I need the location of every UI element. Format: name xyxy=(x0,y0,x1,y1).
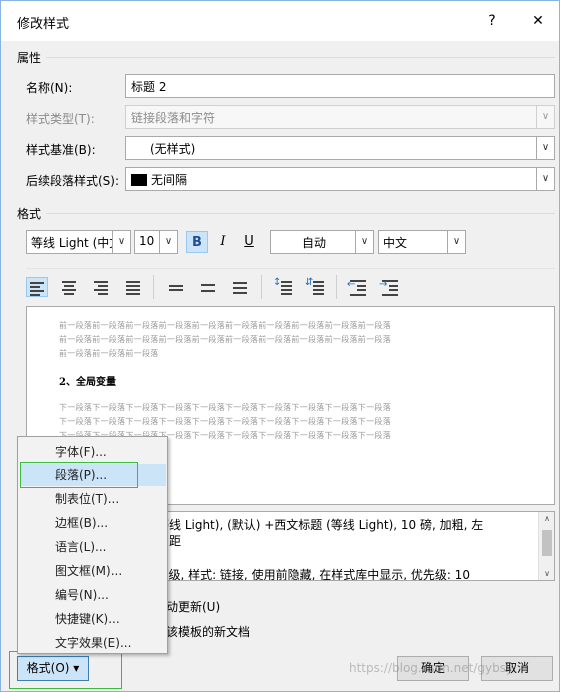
increase-indent-icon[interactable]: → xyxy=(379,277,401,297)
scrollbar-thumb[interactable] xyxy=(542,530,552,556)
chevron-down-icon: ∨ xyxy=(536,106,554,128)
name-label: 名称(N): xyxy=(26,81,73,95)
language-select[interactable]: 中文 ∨ xyxy=(378,230,466,254)
increase-paragraph-spacing-icon[interactable]: ↕ xyxy=(272,277,294,297)
align-left-icon[interactable] xyxy=(26,277,48,297)
properties-divider xyxy=(46,57,555,58)
preview-prev-line: 前一段落前一段落前一段落前一段落前一段落前一段落前一段落前一段落前一段落前一段落 xyxy=(59,321,391,330)
description-scrollbar[interactable]: ∧ ∨ xyxy=(538,512,554,580)
preview-prev-line: 前一段落前一段落前一段落前一段落前一段落前一段落前一段落前一段落前一段落前一段落 xyxy=(59,335,391,344)
title-bar: 修改样式 ? ✕ xyxy=(1,1,559,41)
chevron-down-icon: ∨ xyxy=(355,231,373,253)
description-line: 等线 Light), (默认) +西文标题 (等线 Light), 10 磅, … xyxy=(157,518,484,532)
highlight-box xyxy=(9,651,122,689)
language-value: 中文 xyxy=(383,236,408,250)
font-color-select[interactable]: 自动 ∨ xyxy=(270,230,374,254)
menu-item-language[interactable]: 语言(L)... xyxy=(18,536,167,558)
toolbar-separator xyxy=(153,275,154,299)
format-section-label: 格式 xyxy=(17,207,42,221)
preview-next-line: 下一段落下一段落下一段落下一段落下一段落下一段落下一段落下一段落下一段落下一段落 xyxy=(59,403,391,412)
next-style-select[interactable]: 无间隔 ∨ xyxy=(125,167,555,191)
menu-item-border[interactable]: 边框(B)... xyxy=(18,512,167,534)
style-base-label: 样式基准(B): xyxy=(26,143,96,157)
close-button[interactable]: ✕ xyxy=(523,9,553,33)
font-size-value: 10 xyxy=(139,234,155,248)
chevron-down-icon: ∨ xyxy=(112,231,130,253)
double-spacing-icon[interactable] xyxy=(229,277,251,297)
name-input[interactable]: 标题 2 xyxy=(125,74,555,98)
menu-item-font[interactable]: 字体(F)... xyxy=(18,441,167,463)
toolbar-separator xyxy=(336,275,337,299)
menu-item-shortcut[interactable]: 快捷键(K)... xyxy=(18,608,167,630)
paragraph-style-icon xyxy=(131,174,147,186)
preview-next-line: 下一段落下一段落下一段落下一段落下一段落下一段落下一段落下一段落下一段落下一段落 xyxy=(59,417,391,426)
align-right-icon[interactable] xyxy=(90,277,112,297)
preview-prev-line: 前一段落前一段落前一段落 xyxy=(59,349,159,358)
description-line: 2 级, 样式: 链接, 使用前隐藏, 在样式库中显示, 优先级: 10 xyxy=(157,568,470,581)
highlight-box xyxy=(20,462,138,488)
watermark: https://blog.csdn.net/gybsy xyxy=(349,661,514,675)
chevron-down-icon: ∨ xyxy=(447,231,465,253)
font-color-value: 自动 xyxy=(301,236,326,250)
align-center-icon[interactable] xyxy=(58,277,80,297)
next-style-label: 后续段落样式(S): xyxy=(26,174,120,188)
scroll-up-icon[interactable]: ∧ xyxy=(539,514,554,523)
help-button[interactable]: ? xyxy=(477,9,507,33)
menu-item-text-effects[interactable]: 文字效果(E)... xyxy=(18,632,167,654)
underline-button[interactable]: U xyxy=(238,231,260,253)
font-value: 等线 Light (中文 xyxy=(31,236,122,250)
toolbar-divider xyxy=(26,268,555,269)
next-style-value: 无间隔 xyxy=(151,173,188,187)
style-base-select[interactable]: (无样式) ∨ xyxy=(125,136,555,160)
single-spacing-icon[interactable] xyxy=(165,277,187,297)
font-size-select[interactable]: 10 ∨ xyxy=(134,230,178,254)
style-type-value: 链接段落和字符 xyxy=(131,111,216,125)
format-divider xyxy=(46,213,555,214)
italic-button[interactable]: I xyxy=(212,231,234,253)
decrease-indent-icon[interactable]: ← xyxy=(347,277,369,297)
dialog-title: 修改样式 xyxy=(17,17,70,32)
style-type-label: 样式类型(T): xyxy=(26,112,95,126)
font-select[interactable]: 等线 Light (中文 ∨ xyxy=(26,230,131,254)
menu-item-numbering[interactable]: 编号(N)... xyxy=(18,584,167,606)
menu-item-tabs[interactable]: 制表位(T)... xyxy=(18,488,167,510)
chevron-down-icon: ∨ xyxy=(536,137,554,159)
menu-item-frame[interactable]: 图文框(M)... xyxy=(18,560,167,582)
preview-heading: 2、全局变量 xyxy=(59,377,116,388)
modify-style-dialog: 修改样式 ? ✕ 属性 名称(N): 标题 2 样式类型(T): 链接段落和字符… xyxy=(0,0,560,692)
toolbar-separator xyxy=(261,275,262,299)
chevron-down-icon: ∨ xyxy=(536,168,554,190)
auto-update-checkbox-label[interactable]: 动更新(U) xyxy=(166,598,220,615)
bold-button[interactable]: B xyxy=(186,231,208,253)
new-documents-radio-label[interactable]: 该模板的新文档 xyxy=(166,623,250,640)
decrease-paragraph-spacing-icon[interactable]: ⇵ xyxy=(304,277,326,297)
one-half-spacing-icon[interactable] xyxy=(197,277,219,297)
properties-section-label: 属性 xyxy=(17,51,42,65)
style-type-select[interactable]: 链接段落和字符 ∨ xyxy=(125,105,555,129)
scroll-down-icon[interactable]: ∨ xyxy=(539,569,554,578)
chevron-down-icon: ∨ xyxy=(159,231,177,253)
justify-icon[interactable] xyxy=(122,277,144,297)
style-base-value: (无样式) xyxy=(150,142,196,156)
